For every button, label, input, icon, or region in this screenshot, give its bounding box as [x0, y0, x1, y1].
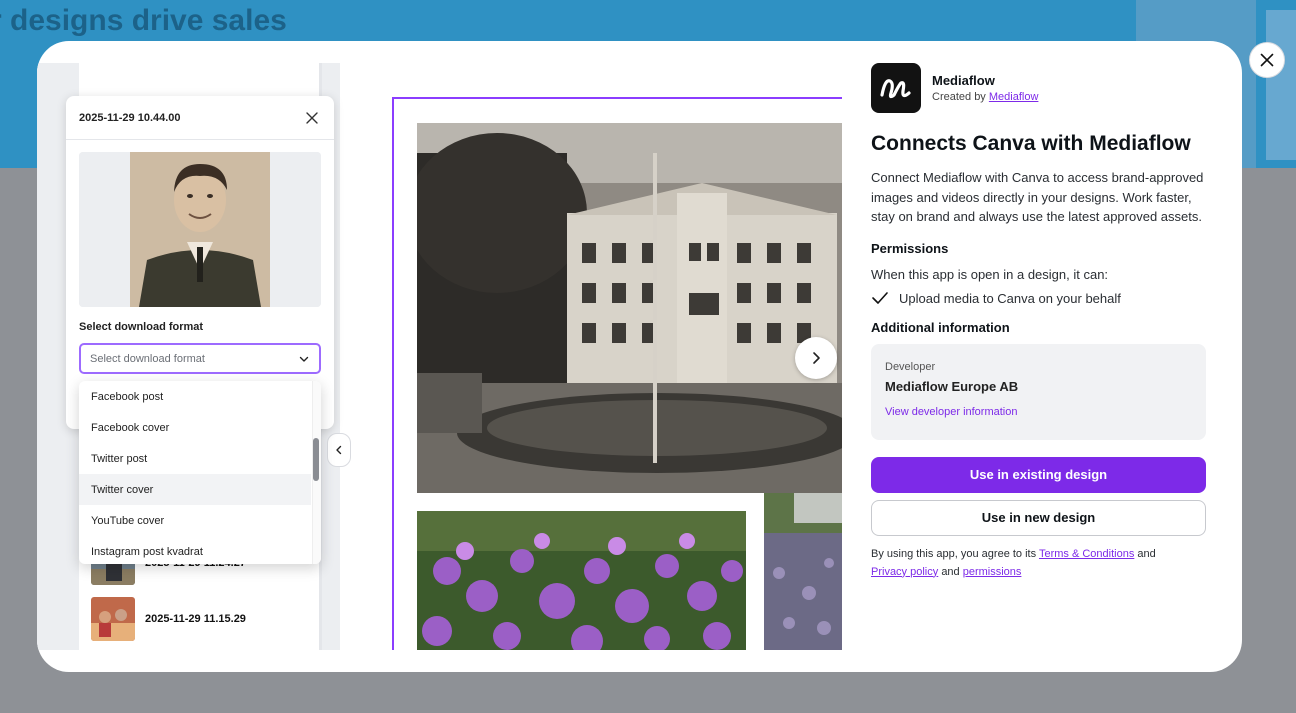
background-banner-title: r designs drive sales — [0, 4, 287, 37]
chevron-left-icon — [336, 445, 342, 455]
permissions-link[interactable]: permissions — [963, 566, 1022, 578]
permission-item: Upload media to Canva on your behalf — [871, 291, 1207, 306]
building-photo — [417, 123, 842, 493]
use-in-existing-design-button[interactable]: Use in existing design — [871, 456, 1206, 493]
collapse-panel-button[interactable] — [327, 433, 351, 467]
flowers-photo — [417, 511, 746, 650]
dropdown-option[interactable]: Facebook post — [79, 381, 311, 412]
close-icon — [1260, 53, 1274, 67]
app-info-panel: Mediaflow Created by Mediaflow Connects … — [871, 63, 1207, 653]
thumbnail — [91, 597, 135, 641]
chevron-down-icon — [299, 356, 309, 362]
dropdown-option[interactable]: Twitter post — [79, 443, 311, 474]
list-item-label: 2025-11-29 11.15.29 — [145, 613, 246, 625]
mediaflow-logo — [871, 63, 921, 113]
dropdown-option[interactable]: Instagram post kvadrat — [79, 536, 311, 564]
developer-name: Mediaflow Europe AB — [885, 378, 1019, 394]
creator-link[interactable]: Mediaflow — [989, 91, 1039, 103]
garden-photo — [764, 493, 842, 650]
select-placeholder: Select download format — [90, 352, 205, 365]
app-side-panel: 2025-11-29 11.24.27 2025-11-29 11.15.29 … — [37, 63, 351, 650]
permission-label: Upload media to Canva on your behalf — [899, 290, 1121, 306]
terms-prefix: By using this app, you agree to its — [871, 547, 1037, 560]
app-preview: 2025-11-29 11.24.27 2025-11-29 11.15.29 … — [37, 63, 842, 650]
app-name: Mediaflow — [932, 73, 995, 88]
permissions-title: Permissions — [871, 240, 949, 256]
developer-info-link[interactable]: View developer information — [885, 406, 1192, 418]
dropdown-option[interactable]: YouTube cover — [79, 505, 311, 536]
close-modal-button[interactable] — [1249, 42, 1285, 78]
format-label: Select download format — [79, 321, 204, 333]
check-icon — [872, 292, 888, 304]
use-in-new-design-button[interactable]: Use in new design — [871, 499, 1206, 536]
app-description: Connect Mediaflow with Canva to access b… — [871, 170, 1204, 224]
format-dropdown-menu: Facebook post Facebook cover Twitter pos… — [79, 381, 321, 564]
asset-details-card: 2025-11-29 10.44.00 Select download form… — [66, 96, 334, 429]
app-details-modal: 2025-11-29 11.24.27 2025-11-29 11.15.29 … — [37, 41, 1242, 672]
download-format-select[interactable]: Select download format — [79, 343, 321, 374]
card-header: 2025-11-29 10.44.00 — [66, 96, 334, 140]
created-by-prefix: Created by — [932, 91, 986, 103]
app-heading: Connects Canva with Mediaflow — [871, 132, 1191, 155]
terms-link[interactable]: Terms & Conditions — [1039, 548, 1134, 560]
dropdown-option[interactable]: Facebook cover — [79, 412, 311, 443]
terms-text: By using this app, you agree to its Term… — [871, 545, 1207, 581]
developer-box: Developer Mediaflow Europe AB View devel… — [871, 343, 1206, 440]
card-title: 2025-11-29 10.44.00 — [79, 111, 181, 124]
dropdown-scrollbar-thumb[interactable] — [313, 438, 319, 481]
chevron-right-icon — [813, 352, 820, 364]
created-by: Created by Mediaflow — [932, 91, 1038, 103]
card-close-button[interactable] — [304, 110, 320, 126]
next-slide-button[interactable] — [795, 337, 837, 379]
list-item[interactable]: 2025-11-29 11.15.29 — [91, 597, 311, 641]
background-decoration — [1266, 10, 1296, 160]
portrait-photo — [79, 152, 321, 307]
privacy-link[interactable]: Privacy policy — [871, 566, 938, 578]
additional-info-title: Additional information — [871, 319, 1010, 335]
dropdown-option[interactable]: Twitter cover — [79, 474, 311, 505]
terms-and: and — [941, 565, 960, 578]
close-icon — [306, 111, 318, 124]
permissions-intro: When this app is open in a design, it ca… — [871, 266, 1109, 282]
app-header: Mediaflow Created by Mediaflow — [871, 63, 1207, 113]
developer-label: Developer — [885, 360, 936, 373]
terms-and: and — [1137, 547, 1156, 560]
